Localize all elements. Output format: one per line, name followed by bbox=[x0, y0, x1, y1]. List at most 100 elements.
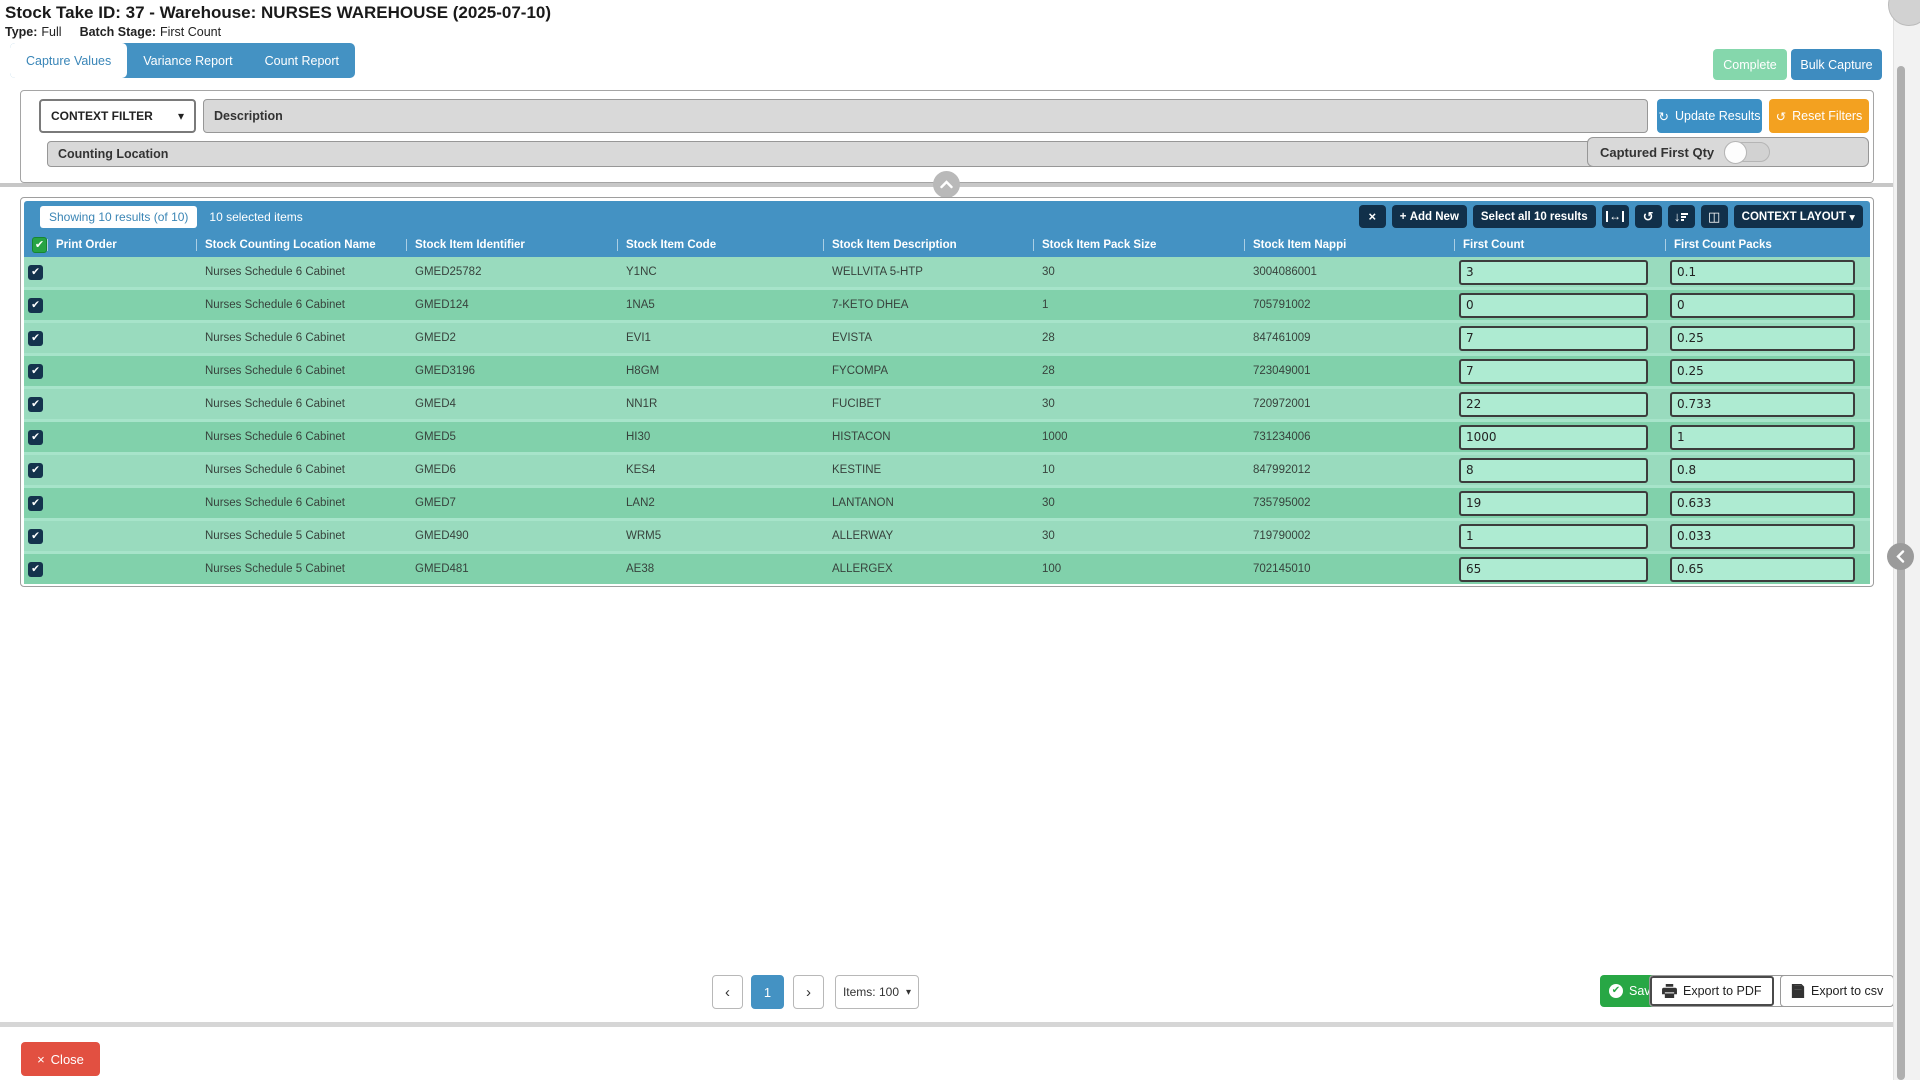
chevron-down-icon: ▾ bbox=[178, 109, 184, 123]
filter-panel: CONTEXT FILTER ▾ Description ↻ Update Re… bbox=[20, 90, 1874, 183]
first-count-input[interactable] bbox=[1459, 425, 1648, 450]
captured-first-qty-toggle[interactable] bbox=[1724, 142, 1770, 162]
row-checkbox-cell: ✔ bbox=[24, 463, 47, 478]
row-checkbox[interactable]: ✔ bbox=[28, 265, 43, 280]
column-header-8[interactable]: First Count bbox=[1454, 239, 1665, 251]
reset-filters-button[interactable]: ↺ Reset Filters bbox=[1769, 99, 1869, 133]
fit-columns-button[interactable]: ↔ bbox=[1602, 205, 1629, 228]
first-count-packs-input[interactable] bbox=[1670, 458, 1855, 483]
results-toolbar: Showing 10 results (of 10) 10 selected i… bbox=[24, 201, 1870, 232]
sort-amount-icon: ↓ bbox=[1674, 209, 1689, 224]
column-header-3[interactable]: Stock Item Identifier bbox=[406, 239, 617, 251]
update-results-button[interactable]: ↻ Update Results bbox=[1657, 99, 1762, 133]
captured-first-qty-filter: Captured First Qty bbox=[1587, 137, 1869, 167]
cell-first-count bbox=[1454, 491, 1665, 516]
column-header-7[interactable]: Stock Item Nappi bbox=[1244, 239, 1454, 251]
first-count-input[interactable] bbox=[1459, 260, 1648, 285]
first-count-packs-input[interactable] bbox=[1670, 557, 1855, 582]
columns-icon: ◫ bbox=[1708, 209, 1720, 225]
row-checkbox[interactable]: ✔ bbox=[28, 562, 43, 577]
row-checkbox-cell: ✔ bbox=[24, 364, 47, 379]
cell-code: HI30 bbox=[617, 431, 823, 443]
cell-code: KES4 bbox=[617, 464, 823, 476]
cell-code: EVI1 bbox=[617, 332, 823, 344]
add-new-button[interactable]: + Add New bbox=[1392, 205, 1467, 228]
first-count-packs-input[interactable] bbox=[1670, 359, 1855, 384]
tab-capture-values[interactable]: Capture Values bbox=[10, 43, 127, 78]
first-count-packs-input[interactable] bbox=[1670, 392, 1855, 417]
vertical-scrollbar-thumb[interactable] bbox=[1897, 66, 1905, 1080]
bulk-capture-button[interactable]: Bulk Capture bbox=[1791, 49, 1882, 80]
column-header-2[interactable]: Stock Counting Location Name bbox=[196, 239, 406, 251]
cell-first-count-packs bbox=[1665, 260, 1872, 285]
first-count-packs-input[interactable] bbox=[1670, 491, 1855, 516]
context-layout-dropdown[interactable]: CONTEXT LAYOUT ▾ bbox=[1734, 205, 1863, 228]
select-all-button[interactable]: Select all 10 results bbox=[1473, 205, 1596, 228]
reset-layout-button[interactable]: ↺ bbox=[1635, 205, 1662, 228]
sort-button[interactable]: ↓ bbox=[1668, 205, 1695, 228]
next-page-button[interactable]: › bbox=[793, 975, 824, 1009]
results-panel: Showing 10 results (of 10) 10 selected i… bbox=[20, 197, 1874, 587]
export-pdf-button[interactable]: Export to PDF bbox=[1650, 976, 1774, 1006]
page-number-button[interactable]: 1 bbox=[751, 975, 784, 1009]
first-count-input[interactable] bbox=[1459, 491, 1648, 516]
items-per-page-select[interactable]: Items: 100 ▾ bbox=[835, 975, 919, 1009]
showing-results-pill[interactable]: Showing 10 results (of 10) bbox=[40, 206, 197, 228]
close-button[interactable]: × Close bbox=[21, 1042, 100, 1076]
row-checkbox[interactable]: ✔ bbox=[28, 496, 43, 511]
chevron-up-icon bbox=[940, 180, 953, 189]
row-checkbox[interactable]: ✔ bbox=[28, 430, 43, 445]
columns-button[interactable]: ◫ bbox=[1701, 205, 1728, 228]
cell-first-count-packs bbox=[1665, 293, 1872, 318]
first-count-input[interactable] bbox=[1459, 458, 1648, 483]
row-checkbox[interactable]: ✔ bbox=[28, 463, 43, 478]
add-new-label: Add New bbox=[1410, 211, 1459, 223]
counting-location-input[interactable]: Counting Location bbox=[47, 141, 1599, 167]
first-count-input[interactable] bbox=[1459, 293, 1648, 318]
first-count-packs-input[interactable] bbox=[1670, 293, 1855, 318]
row-checkbox[interactable]: ✔ bbox=[28, 397, 43, 412]
cell-first-count bbox=[1454, 557, 1665, 582]
first-count-packs-input[interactable] bbox=[1670, 326, 1855, 351]
row-checkbox[interactable]: ✔ bbox=[28, 331, 43, 346]
first-count-packs-input[interactable] bbox=[1670, 260, 1855, 285]
first-count-packs-input[interactable] bbox=[1670, 524, 1855, 549]
row-checkbox[interactable]: ✔ bbox=[28, 529, 43, 544]
context-filter-select[interactable]: CONTEXT FILTER ▾ bbox=[39, 99, 196, 133]
cell-code: 1NA5 bbox=[617, 299, 823, 311]
column-header-5[interactable]: Stock Item Description bbox=[823, 239, 1033, 251]
cell-pack-size: 30 bbox=[1033, 398, 1244, 410]
prev-page-button[interactable]: ‹ bbox=[712, 975, 743, 1009]
select-all-checkbox[interactable]: ✔ bbox=[32, 237, 47, 253]
cell-nappi: 723049001 bbox=[1244, 365, 1454, 377]
complete-button[interactable]: Complete bbox=[1713, 49, 1787, 80]
column-header-4[interactable]: Stock Item Code bbox=[617, 239, 823, 251]
cell-code: H8GM bbox=[617, 365, 823, 377]
first-count-input[interactable] bbox=[1459, 392, 1648, 417]
collapse-filters-handle[interactable] bbox=[933, 171, 960, 198]
reset-filters-label: Reset Filters bbox=[1792, 109, 1862, 123]
row-checkbox-cell: ✔ bbox=[24, 496, 47, 511]
first-count-input[interactable] bbox=[1459, 524, 1648, 549]
first-count-input[interactable] bbox=[1459, 557, 1648, 582]
row-checkbox-cell: ✔ bbox=[24, 265, 47, 280]
cell-nappi: 847992012 bbox=[1244, 464, 1454, 476]
clear-selection-button[interactable]: × bbox=[1359, 205, 1386, 228]
row-checkbox[interactable]: ✔ bbox=[28, 298, 43, 313]
cell-identifier: GMED6 bbox=[406, 464, 617, 476]
expand-panel-handle[interactable] bbox=[1887, 543, 1914, 570]
page-title: Stock Take ID: 37 - Warehouse: NURSES WA… bbox=[5, 3, 551, 23]
tab-variance-report[interactable]: Variance Report bbox=[127, 43, 248, 78]
first-count-input[interactable] bbox=[1459, 359, 1648, 384]
file-csv-icon bbox=[1791, 984, 1805, 998]
tab-count-report[interactable]: Count Report bbox=[249, 43, 355, 78]
export-csv-button[interactable]: Export to csv bbox=[1780, 975, 1894, 1007]
column-header-6[interactable]: Stock Item Pack Size bbox=[1033, 239, 1244, 251]
column-header-1[interactable]: Print Order bbox=[47, 239, 196, 251]
column-header-9[interactable]: First Count Packs bbox=[1665, 239, 1872, 251]
cell-description: LANTANON bbox=[823, 497, 1033, 509]
first-count-packs-input[interactable] bbox=[1670, 425, 1855, 450]
first-count-input[interactable] bbox=[1459, 326, 1648, 351]
row-checkbox[interactable]: ✔ bbox=[28, 364, 43, 379]
description-input[interactable]: Description bbox=[203, 99, 1648, 133]
